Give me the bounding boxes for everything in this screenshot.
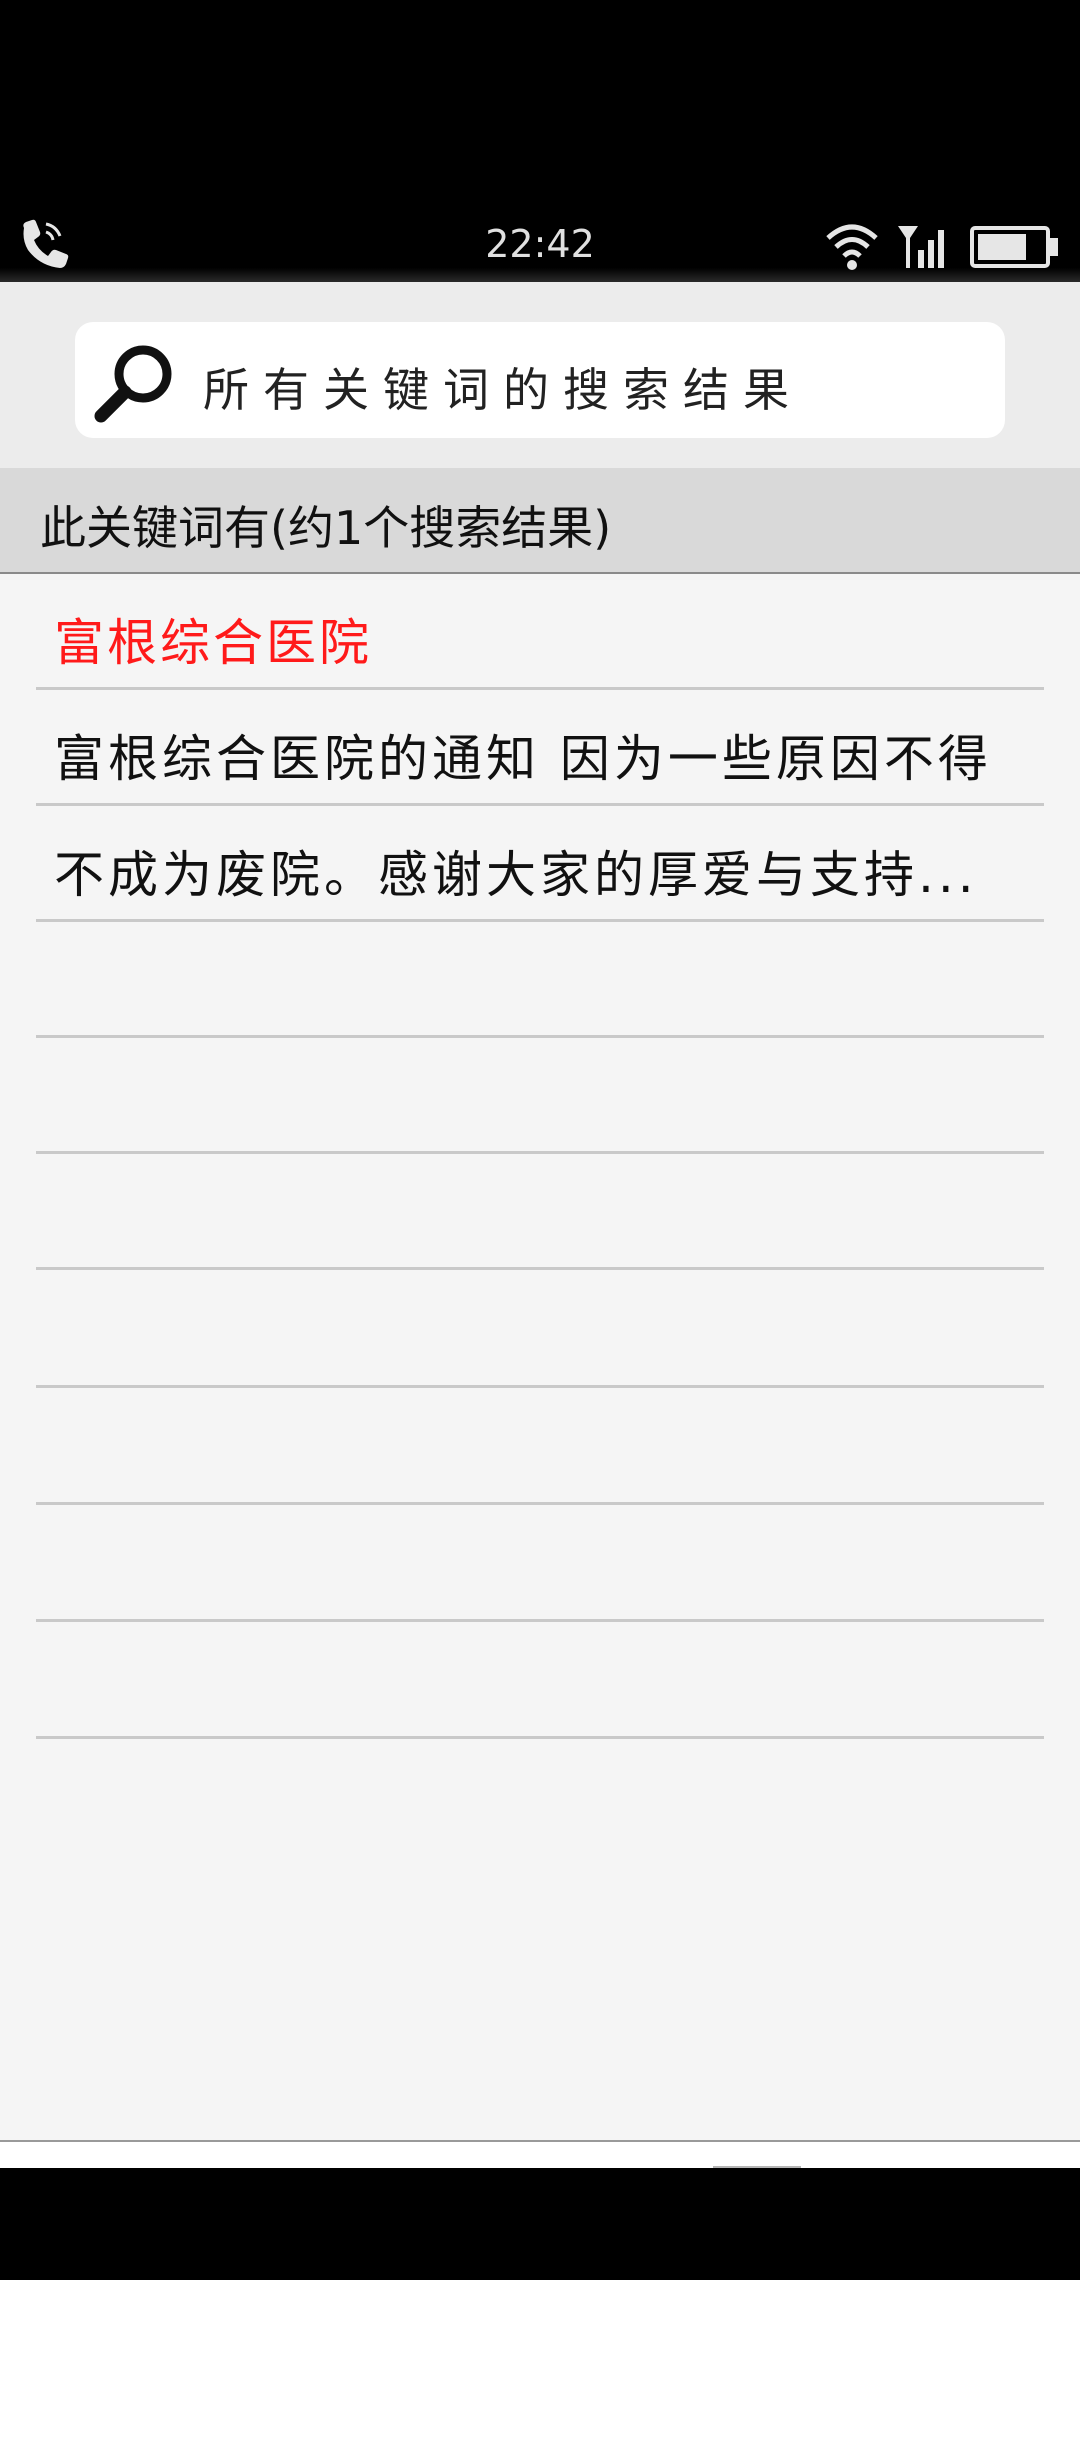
list-item [36,1623,1044,1739]
list-item [36,1272,1044,1388]
result-snippet-row[interactable]: 不成为废院。感谢大家的厚爱与支持... [36,806,1044,922]
signal-icon [898,226,944,268]
list-item [36,1506,1044,1622]
search-area: 所有关键词的搜索结果 [0,282,1080,468]
top-black-bar [0,0,1080,210]
list-item [36,1389,1044,1505]
list-item [36,1154,1044,1270]
search-box[interactable]: 所有关键词的搜索结果 [75,322,1005,438]
results-count-header: 此关键词有(约1个搜索结果) [0,468,1080,574]
results-count-text: 此关键词有(约1个搜索结果) [40,501,612,555]
list-item [36,922,1044,1038]
result-title-link[interactable]: 富根综合医院 [54,603,372,675]
list-item [36,1038,1044,1154]
search-icon[interactable] [89,340,179,426]
search-results-page: 所有关键词的搜索结果 此关键词有(约1个搜索结果) 富根综合医院 富根综合医院的… [0,282,1080,2452]
status-bar: 22:42 [0,210,1080,282]
result-title-row[interactable]: 富根综合医院 [36,574,1044,690]
search-field-text[interactable]: 所有关键词的搜索结果 [203,354,803,420]
result-snippet-line: 富根综合医院的通知 因为一些原因不得 [54,730,992,788]
result-snippet-row[interactable]: 富根综合医院的通知 因为一些原因不得 [36,690,1044,806]
wifi-icon [826,224,878,270]
bottom-black-bar [0,2168,1080,2280]
result-snippet-line: 不成为废院。感谢大家的厚爱与支持... [54,846,978,904]
battery-icon [970,226,1058,268]
